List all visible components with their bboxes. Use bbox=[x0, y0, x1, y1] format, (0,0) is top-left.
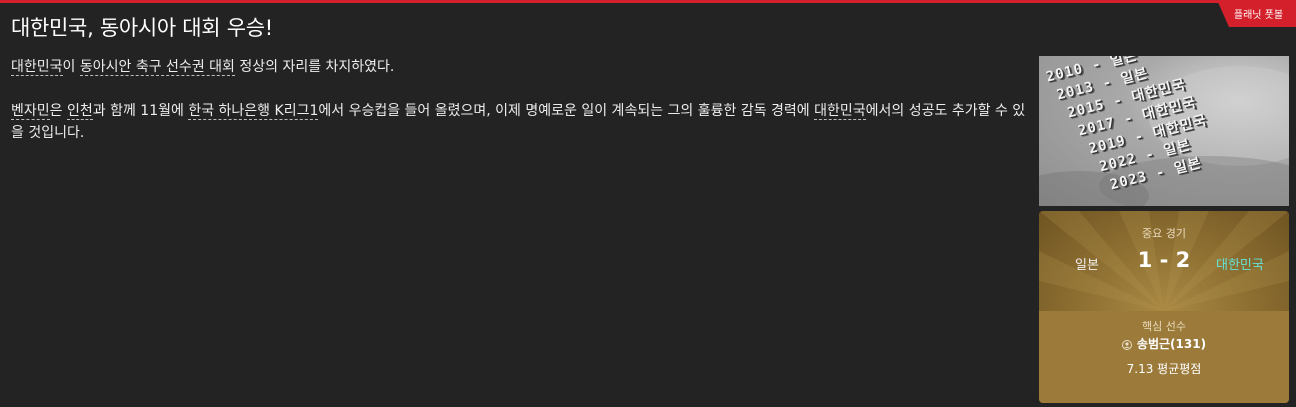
match-label: 중요 경기 bbox=[1142, 227, 1186, 240]
link-manager[interactable]: 벤자민 bbox=[11, 103, 50, 120]
text: 은 bbox=[49, 103, 67, 119]
match-card[interactable]: 중요 경기 일본 1 - 2 대한민국 핵심 선수 송범근(131) 7.13 … bbox=[1039, 211, 1289, 403]
away-team[interactable]: 대한민국 bbox=[1216, 254, 1264, 273]
key-player[interactable]: 송범근(131) bbox=[1039, 335, 1289, 352]
link-korea[interactable]: 대한민국 bbox=[814, 103, 866, 120]
key-player-label: 핵심 선수 bbox=[1142, 320, 1186, 333]
page-title: 대한민국, 동아시아 대회 우승! bbox=[11, 16, 273, 40]
link-korea[interactable]: 대한민국 bbox=[11, 59, 63, 76]
brand-tag: 플래닛 풋볼 bbox=[1217, 0, 1296, 27]
key-player-name: 송범근(131) bbox=[1136, 337, 1207, 351]
match-panel: 중요 경기 일본 1 - 2 대한민국 bbox=[1039, 211, 1289, 311]
link-club[interactable]: 인천 bbox=[66, 103, 93, 120]
paragraph-1: 대한민국이 동아시안 축구 선수권 대회 정상의 자리를 차지하였다. bbox=[11, 56, 1029, 78]
trophy-history-image: 2010 - 일본 2013 - 일본 2015 - 대한민국 2017 - 대한민국… bbox=[1039, 56, 1289, 206]
article-body: 대한민국이 동아시안 축구 선수권 대회 정상의 자리를 차지하였다. 벤자민은… bbox=[11, 56, 1029, 166]
top-accent-bar bbox=[0, 0, 1296, 3]
link-league[interactable]: 한국 하나은행 K리그1 bbox=[188, 103, 319, 120]
text: 과 함께 11월에 bbox=[92, 103, 189, 119]
text: 에서 우승컵을 들어 올렸으며, 이제 명예로운 일이 계속되는 그의 훌륭한 … bbox=[318, 103, 815, 119]
key-player-rating: 7.13 평균평점 bbox=[1126, 362, 1202, 376]
link-tournament[interactable]: 동아시안 축구 선수권 대회 bbox=[79, 59, 235, 76]
paragraph-2: 벤자민은 인천과 함께 11월에 한국 하나은행 K리그1에서 우승컵을 들어 … bbox=[11, 100, 1029, 144]
person-icon bbox=[1121, 339, 1132, 350]
brand-tag-label: 플래닛 풋볼 bbox=[1233, 10, 1284, 21]
text: 정상의 자리를 차지하였다. bbox=[234, 59, 395, 75]
text: 이 bbox=[62, 59, 80, 75]
